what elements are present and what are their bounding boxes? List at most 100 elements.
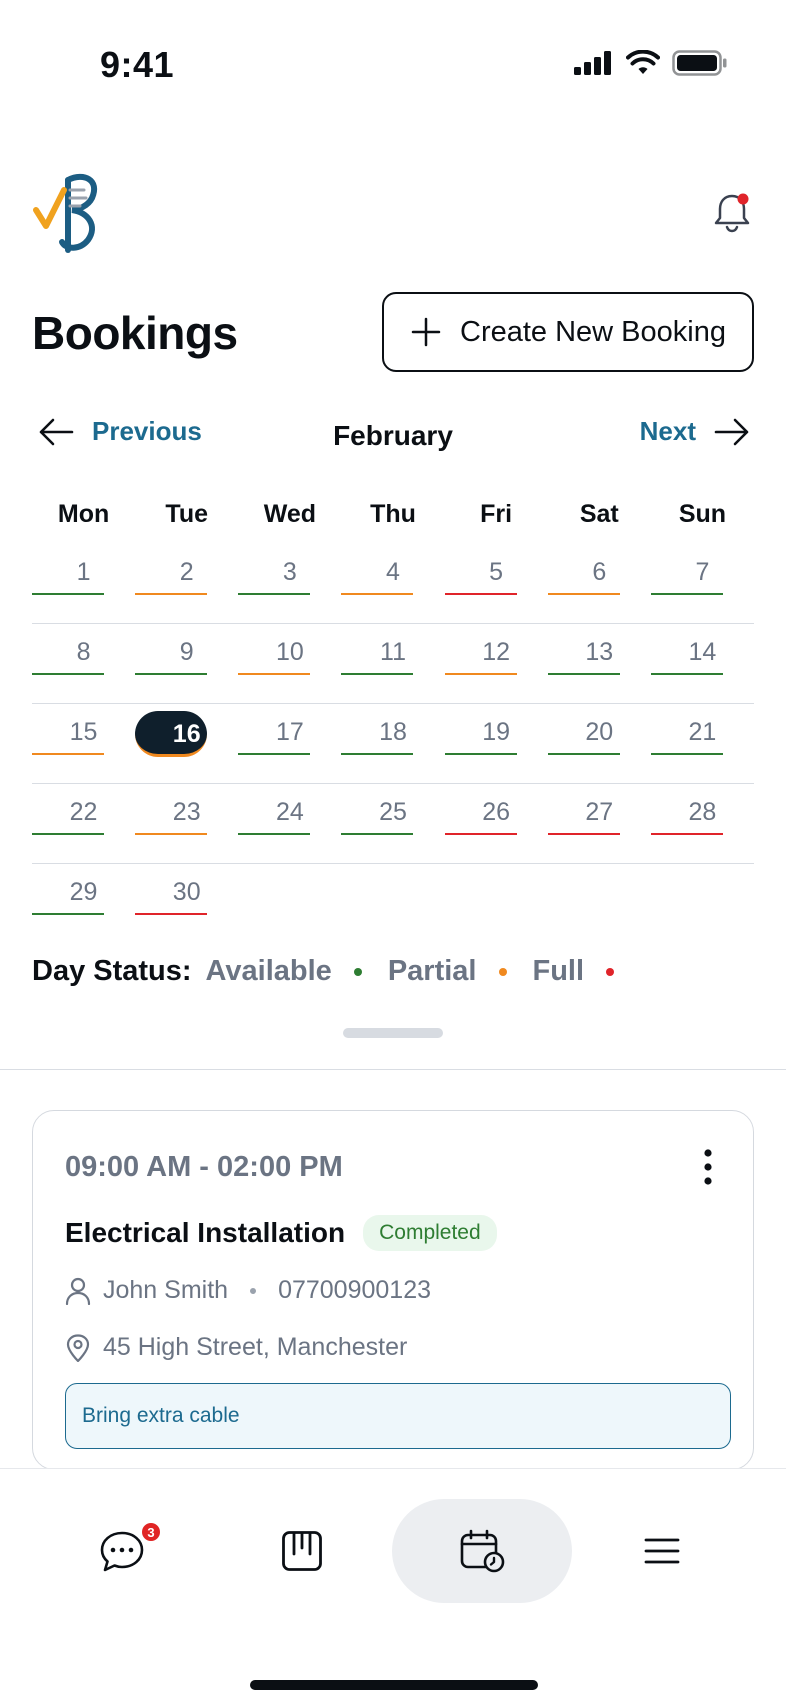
status-icons	[574, 50, 728, 76]
tab-messages[interactable]: 3	[32, 1499, 212, 1603]
day-status-indicator-available	[547, 753, 620, 755]
day-number: 22	[69, 798, 98, 826]
calendar-day-15[interactable]: 15	[32, 704, 135, 784]
legend-title: Day Status:	[32, 955, 192, 987]
next-month-button[interactable]: Next	[640, 416, 750, 447]
day-number: 12	[482, 638, 511, 666]
calendar-day-14[interactable]: 14	[650, 624, 754, 704]
day-status-indicator-available	[650, 673, 723, 675]
day-number: 21	[688, 718, 717, 746]
calendar-day-1[interactable]: 1	[32, 544, 135, 624]
legend-partial-dot	[498, 967, 507, 976]
notification-bell-button[interactable]	[710, 190, 754, 234]
plus-icon	[411, 317, 441, 347]
day-number: 23	[172, 798, 201, 826]
create-new-booking-button[interactable]: Create New Booking	[382, 292, 754, 372]
tab-bookings[interactable]	[392, 1499, 572, 1603]
day-status-indicator-full	[135, 913, 208, 915]
day-number: 3	[282, 558, 297, 586]
calendar-day-5[interactable]: 5	[444, 544, 548, 624]
calendar-day-16[interactable]: 16	[135, 704, 238, 784]
calendar-day-3[interactable]: 3	[238, 544, 341, 624]
day-number: 24	[275, 798, 304, 826]
calendar-day-30[interactable]: 30	[135, 864, 238, 944]
calendar-day-7[interactable]: 7	[650, 544, 754, 624]
calendar-day-10[interactable]: 10	[238, 624, 341, 704]
more-options-icon[interactable]	[701, 1147, 715, 1187]
calendar-day-20[interactable]: 20	[547, 704, 651, 784]
day-number: 15	[69, 718, 98, 746]
calendar-day-28[interactable]: 28	[650, 784, 754, 864]
weekday-sun: Sun	[678, 500, 727, 528]
calendar-week-row: 22 23 24 25 26 27 28	[32, 784, 754, 864]
home-indicator	[250, 1680, 538, 1690]
booking-card[interactable]: 09:00 AM - 02:00 PM Electrical Installat…	[32, 1110, 754, 1470]
signal-icon	[574, 51, 611, 75]
day-number: 13	[585, 638, 614, 666]
messages-badge: 3	[140, 1521, 162, 1543]
user-icon	[65, 1277, 91, 1305]
calendar-day-21[interactable]: 21	[650, 704, 754, 784]
day-number: 8	[76, 638, 91, 666]
booking-address-row: 45 High Street, Manchester	[65, 1333, 407, 1362]
day-status-indicator-available	[341, 753, 414, 755]
calendar-day-18[interactable]: 18	[341, 704, 444, 784]
day-status-indicator-available	[238, 833, 311, 835]
calendar-day-6[interactable]: 6	[547, 544, 651, 624]
day-status-indicator-available	[32, 833, 104, 835]
calendar-day-25[interactable]: 25	[341, 784, 444, 864]
calendar-day-23[interactable]: 23	[135, 784, 238, 864]
sheet-drag-handle[interactable]	[343, 1028, 443, 1038]
app-header	[32, 170, 754, 260]
day-status-indicator-full	[444, 593, 517, 595]
tab-menu[interactable]	[572, 1499, 752, 1603]
calendar-week-row: 15 16 17 18 19 20 21	[32, 704, 754, 784]
calendar-week-row: 1 2 3 4 5 6 7	[32, 544, 754, 624]
status-badge: Completed	[363, 1215, 497, 1251]
weekday-mon: Mon	[57, 500, 110, 528]
booking-title-row: Electrical Installation Completed	[65, 1215, 497, 1251]
battery-icon	[672, 50, 727, 76]
tab-board[interactable]	[212, 1499, 392, 1603]
day-number: 25	[379, 798, 407, 826]
weekday-thu: Thu	[370, 500, 416, 528]
title-row: Bookings Create New Booking	[32, 292, 754, 372]
day-number: 10	[275, 638, 304, 666]
calendar-day-17[interactable]: 17	[238, 704, 341, 784]
calendar-day-8[interactable]: 8	[32, 624, 135, 704]
day-status-indicator-available	[341, 673, 414, 675]
customer-name: John Smith	[103, 1276, 229, 1304]
status-bar: 9:41	[0, 0, 786, 130]
calendar-day-19[interactable]: 19	[444, 704, 548, 784]
day-status-indicator-available	[238, 753, 311, 755]
day-number: 1	[76, 558, 91, 586]
calendar-day-2[interactable]: 2	[135, 544, 238, 624]
day-status-indicator-available	[650, 753, 723, 755]
day-number: 5	[489, 558, 504, 586]
calendar-day-13[interactable]: 13	[547, 624, 651, 704]
calendar-day-22[interactable]: 22	[32, 784, 135, 864]
day-status-indicator-available	[32, 913, 104, 915]
legend-available-label: Available	[205, 955, 332, 987]
calendar-day-27[interactable]: 27	[547, 784, 651, 864]
day-number: 29	[69, 878, 98, 906]
calendar-day-29[interactable]: 29	[32, 864, 135, 944]
arrow-right-icon	[714, 418, 749, 445]
day-number: 17	[275, 718, 304, 746]
calendar-day-9[interactable]: 9	[135, 624, 238, 704]
calendar-day-26[interactable]: 26	[444, 784, 548, 864]
booking-title: Electrical Installation	[65, 1217, 346, 1248]
calendar-empty-cell	[445, 864, 548, 944]
day-status-indicator-full	[444, 833, 517, 835]
calendar-day-11[interactable]: 11	[341, 624, 444, 704]
calendar-week-row: 8 9 10 11 12 13 14	[32, 624, 754, 704]
calendar-day-24[interactable]: 24	[238, 784, 341, 864]
wifi-icon	[626, 50, 660, 74]
weekday-tue: Tue	[165, 500, 208, 528]
calendar-day-4[interactable]: 4	[341, 544, 444, 624]
day-status-indicator-available	[32, 673, 104, 675]
board-icon	[282, 1531, 322, 1571]
booking-contact-row: John Smith 07700900123	[65, 1276, 431, 1305]
customer-phone[interactable]: 07700900123	[278, 1276, 431, 1305]
calendar-day-12[interactable]: 12	[444, 624, 548, 704]
